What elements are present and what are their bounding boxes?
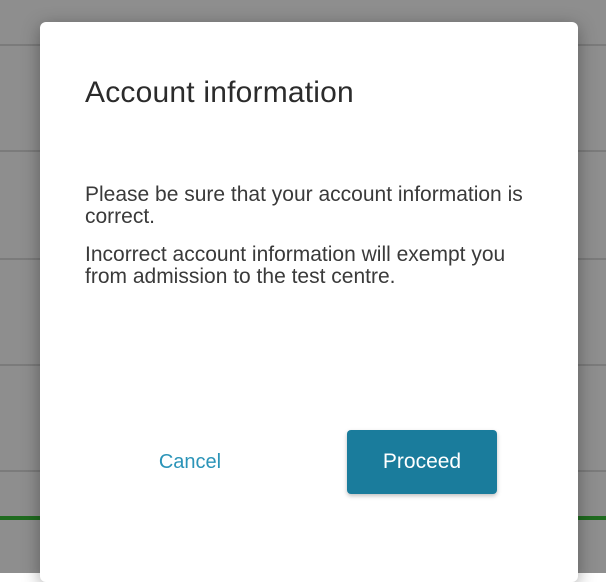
dialog-message-warning: Incorrect account information will exemp…: [85, 243, 506, 288]
dialog-actions: Cancel Proceed: [40, 430, 578, 496]
dialog-message-confirm: Please be sure that your account informa…: [85, 183, 523, 228]
account-info-dialog: Account information Please be sure that …: [40, 22, 578, 582]
dialog-body: Please be sure that your account informa…: [85, 184, 525, 304]
proceed-button[interactable]: Proceed: [347, 430, 497, 494]
cancel-button[interactable]: Cancel: [130, 442, 250, 482]
dialog-title: Account information: [85, 76, 354, 109]
